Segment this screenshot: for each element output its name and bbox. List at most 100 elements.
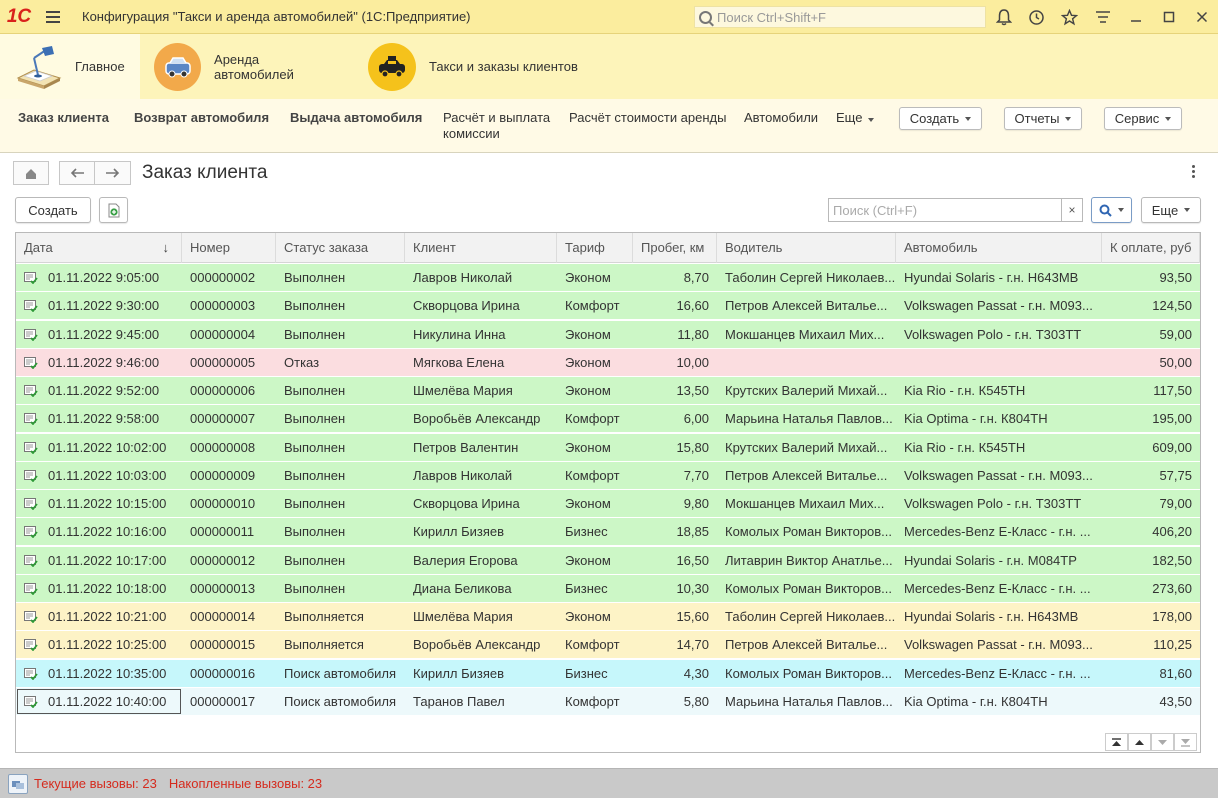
cell-date: 01.11.2022 9:46:00 (48, 354, 160, 370)
table-row[interactable]: 01.11.2022 10:35:00 000000016 Поиск автомо… (16, 659, 1200, 688)
taxi-icon (368, 42, 416, 91)
cell-driver: Таболин Сергей Николаев... (725, 270, 896, 285)
table-row[interactable]: 01.11.2022 10:15:00 000000010 Выполнен Скво… (16, 490, 1200, 518)
clear-search-button[interactable]: × (1061, 198, 1083, 222)
create-menu-button[interactable]: Создать (899, 107, 982, 130)
orders-table[interactable]: Дата ↓ Номер Статус заказа Клиент Тариф … (15, 232, 1201, 753)
table-row[interactable]: 01.11.2022 9:30:00 000000003 Выполнен Сквор… (16, 292, 1200, 321)
cmd-rental-cost-calc[interactable]: Расчёт стоимости аренды (569, 110, 727, 126)
table-row[interactable]: 01.11.2022 10:18:00 000000013 Выполнен Диан… (16, 574, 1200, 603)
main-menu-icon[interactable] (38, 0, 68, 34)
table-row[interactable]: 01.11.2022 9:46:00 000000005 Отказ Мягкова … (16, 348, 1200, 377)
cell-number: 000000017 (190, 693, 256, 709)
table-row[interactable]: 01.11.2022 10:03:00 000000009 Выполнен Лавр… (16, 461, 1200, 490)
scroll-to-bottom-button[interactable] (1174, 733, 1197, 751)
cell-mileage: 11,80 (677, 326, 709, 342)
column-client[interactable]: Клиент (405, 233, 557, 263)
cmd-car-issue[interactable]: Выдача автомобиля (290, 110, 422, 126)
search-icon (699, 10, 712, 24)
cmd-more-menu[interactable]: Еще (836, 110, 875, 126)
cell-date: 01.11.2022 10:17:00 (48, 552, 167, 568)
cell-amount: 79,00 (1159, 496, 1192, 511)
cell-amount: 81,60 (1159, 665, 1192, 681)
posted-document-icon (24, 272, 38, 284)
global-search-placeholder: Поиск Ctrl+Shift+F (717, 9, 826, 25)
section-taxi-orders[interactable]: Такси и заказы клиентов (354, 34, 594, 99)
more-actions-icon[interactable] (1186, 165, 1200, 183)
table-row[interactable]: 01.11.2022 10:17:00 000000012 Выполнен Вале… (16, 546, 1200, 575)
scroll-down-button[interactable] (1151, 733, 1174, 751)
table-row[interactable]: 01.11.2022 9:45:00 000000004 Выполнен Никул… (16, 320, 1200, 349)
cmd-commission-calc-line2: комиссии (443, 126, 500, 141)
service-menu-button[interactable]: Сервис (1104, 107, 1182, 130)
table-row[interactable]: 01.11.2022 10:40:00 000000017 Поиск автомо… (16, 687, 1200, 716)
cell-driver: Крутских Валерий Михай... (725, 383, 888, 398)
column-date[interactable]: Дата ↓ (16, 233, 182, 263)
global-search-input[interactable]: Поиск Ctrl+Shift+F (694, 6, 986, 28)
create-based-on-button[interactable] (99, 197, 128, 223)
create-button[interactable]: Создать (15, 197, 91, 223)
table-row[interactable]: 01.11.2022 9:52:00 000000006 Выполнен Шмелё… (16, 377, 1200, 405)
maximize-icon[interactable] (1152, 0, 1185, 34)
table-row[interactable]: 01.11.2022 9:05:00 000000002 Выполнен Лавро… (16, 264, 1200, 292)
scroll-up-button[interactable] (1128, 733, 1151, 751)
cell-amount: 50,00 (1159, 354, 1192, 370)
cell-tariff: Бизнес (565, 524, 608, 540)
column-tariff[interactable]: Тариф (557, 233, 633, 263)
double-down-icon (1181, 738, 1190, 747)
table-row[interactable]: 01.11.2022 9:58:00 000000007 Выполнен Вороб… (16, 405, 1200, 434)
back-button[interactable] (59, 161, 95, 185)
star-icon[interactable] (1053, 0, 1086, 34)
cell-client: Воробьёв Александр (413, 411, 541, 427)
bell-icon[interactable] (987, 0, 1020, 34)
cell-driver: Петров Алексей Виталье... (725, 298, 888, 314)
search-input[interactable]: Поиск (Ctrl+F) (828, 198, 1062, 222)
column-status[interactable]: Статус заказа (276, 233, 405, 263)
cell-number: 000000002 (190, 270, 256, 285)
scroll-to-top-button[interactable] (1105, 733, 1128, 751)
title-bar: 1С Конфигурация "Такси и аренда автомоби… (0, 0, 1218, 34)
cmd-cars[interactable]: Автомобили (744, 110, 818, 126)
column-driver[interactable]: Водитель (717, 233, 896, 263)
close-icon[interactable] (1185, 0, 1218, 34)
section-main[interactable]: Главное (0, 34, 140, 99)
posted-document-icon (24, 667, 38, 680)
column-number[interactable]: Номер (182, 233, 276, 263)
cell-car: Volkswagen Polo - г.н. Т303ТТ (904, 326, 1082, 342)
cell-status: Выполняется (284, 637, 364, 653)
home-button[interactable] (13, 161, 49, 185)
cell-amount: 110,25 (1153, 637, 1192, 653)
cell-tariff: Эконом (565, 270, 611, 285)
cell-mileage: 6,00 (683, 411, 709, 427)
cmd-commission-calc[interactable]: Расчёт и выплата комиссии (443, 110, 550, 142)
posted-document-icon (24, 526, 38, 539)
cell-status: Поиск автомобиля (284, 665, 397, 681)
forward-button[interactable] (94, 161, 131, 185)
cell-amount: 178,00 (1152, 609, 1192, 624)
table-row[interactable]: 01.11.2022 10:25:00 000000015 Выполняется В… (16, 631, 1200, 660)
cmd-car-return[interactable]: Возврат автомобиля (134, 110, 269, 126)
column-date-label: Дата (24, 240, 53, 255)
table-row[interactable]: 01.11.2022 10:16:00 000000011 Выполнен Кири… (16, 518, 1200, 547)
cell-car: Kia Optima - г.н. К804ТН (904, 693, 1048, 709)
more-button[interactable]: Еще (1141, 197, 1201, 223)
cell-number: 000000005 (190, 354, 256, 370)
column-amount[interactable]: К оплате, руб (1102, 233, 1200, 263)
table-row[interactable]: 01.11.2022 10:21:00 000000014 Выполняется Ш… (16, 603, 1200, 631)
cell-status: Выполнен (284, 467, 346, 483)
performance-icon[interactable] (8, 773, 28, 794)
reports-menu-button[interactable]: Отчеты (1004, 107, 1082, 130)
cell-car: Kia Rio - г.н. К545ТН (904, 439, 1026, 455)
settings-icon[interactable] (1086, 0, 1119, 34)
cmd-customer-order[interactable]: Заказ клиента (18, 110, 109, 126)
cell-driver: Петров Алексей Виталье... (725, 467, 888, 483)
minimize-icon[interactable] (1119, 0, 1152, 34)
history-icon[interactable] (1020, 0, 1053, 34)
table-row[interactable]: 01.11.2022 10:02:00 000000008 Выполнен Петр… (16, 433, 1200, 462)
column-car[interactable]: Автомобиль (896, 233, 1102, 263)
cell-status: Выполнен (284, 270, 346, 285)
search-options-button[interactable] (1091, 197, 1132, 223)
section-car-rental[interactable]: Аренда автомобилей (140, 34, 354, 99)
column-mileage[interactable]: Пробег, км (633, 233, 717, 263)
chevron-down-icon (868, 118, 875, 122)
